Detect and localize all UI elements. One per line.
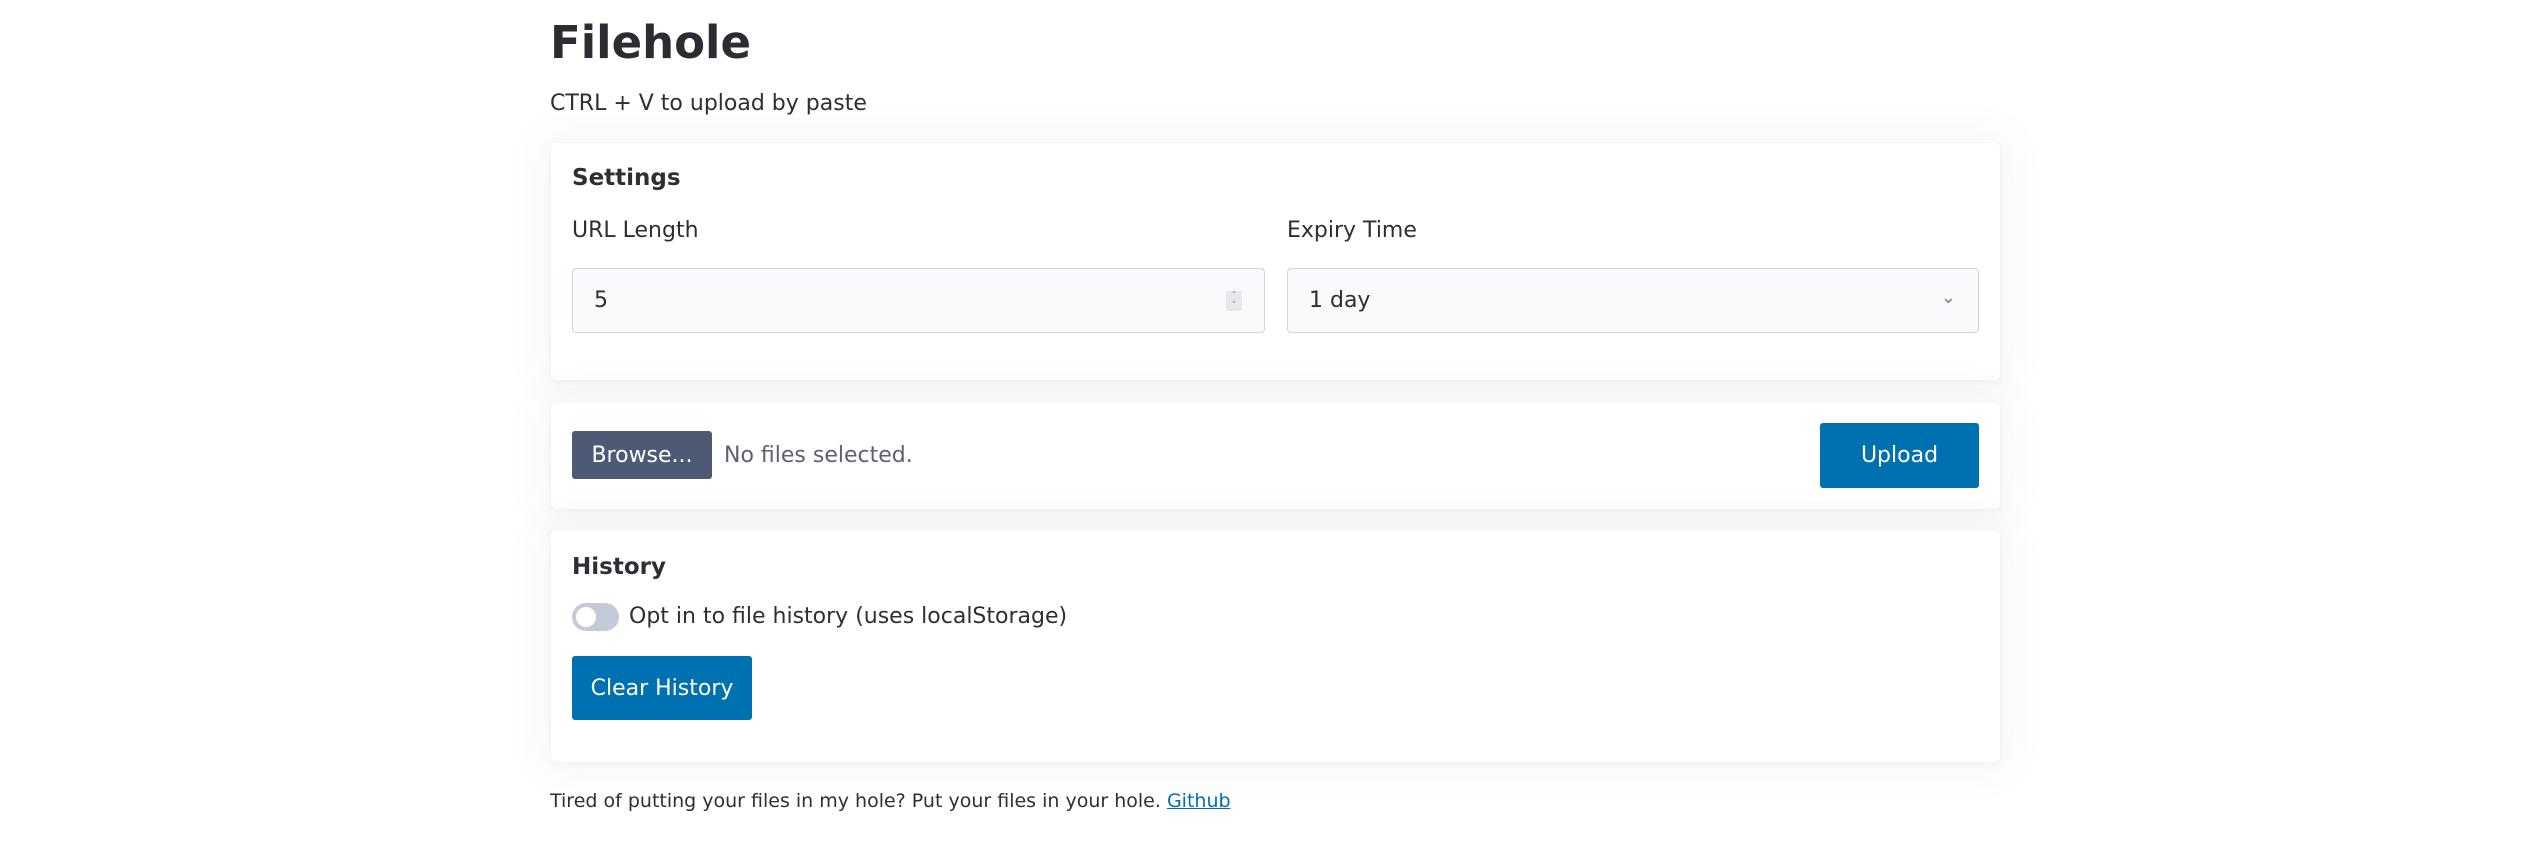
paste-hint: CTRL + V to upload by paste (550, 91, 867, 116)
footer: Tired of putting your files in my hole? … (550, 790, 1231, 812)
history-toggle-label: Opt in to file history (uses localStorag… (629, 604, 1068, 629)
toggle-knob (576, 607, 596, 627)
history-heading: History (572, 554, 666, 580)
url-length-value: 5 (594, 288, 608, 313)
history-card: History Opt in to file history (uses loc… (551, 530, 2000, 762)
url-length-input[interactable]: 5 ˄ ˅ (572, 268, 1265, 333)
upload-card: Browse... No files selected. Upload (551, 403, 2000, 509)
browse-button[interactable]: Browse... (572, 431, 712, 479)
file-status: No files selected. (724, 443, 913, 468)
clear-history-button[interactable]: Clear History (572, 656, 752, 720)
chevron-down-icon: ⌄ (1940, 287, 1956, 308)
page-title: Filehole (550, 16, 752, 69)
github-link[interactable]: Github (1167, 790, 1231, 812)
settings-heading: Settings (572, 165, 681, 191)
settings-card: Settings URL Length Expiry Time 5 ˄ ˅ 1 d… (551, 143, 2000, 380)
expiry-time-value: 1 day (1309, 288, 1371, 313)
expiry-time-select[interactable]: 1 day ⌄ (1287, 268, 1979, 333)
upload-button[interactable]: Upload (1820, 423, 1979, 488)
expiry-time-label: Expiry Time (1287, 218, 1417, 243)
history-toggle[interactable] (572, 603, 619, 631)
url-length-label: URL Length (572, 218, 699, 243)
footer-text: Tired of putting your files in my hole? … (550, 790, 1161, 812)
spinner-icon[interactable]: ˄ ˅ (1226, 291, 1242, 311)
